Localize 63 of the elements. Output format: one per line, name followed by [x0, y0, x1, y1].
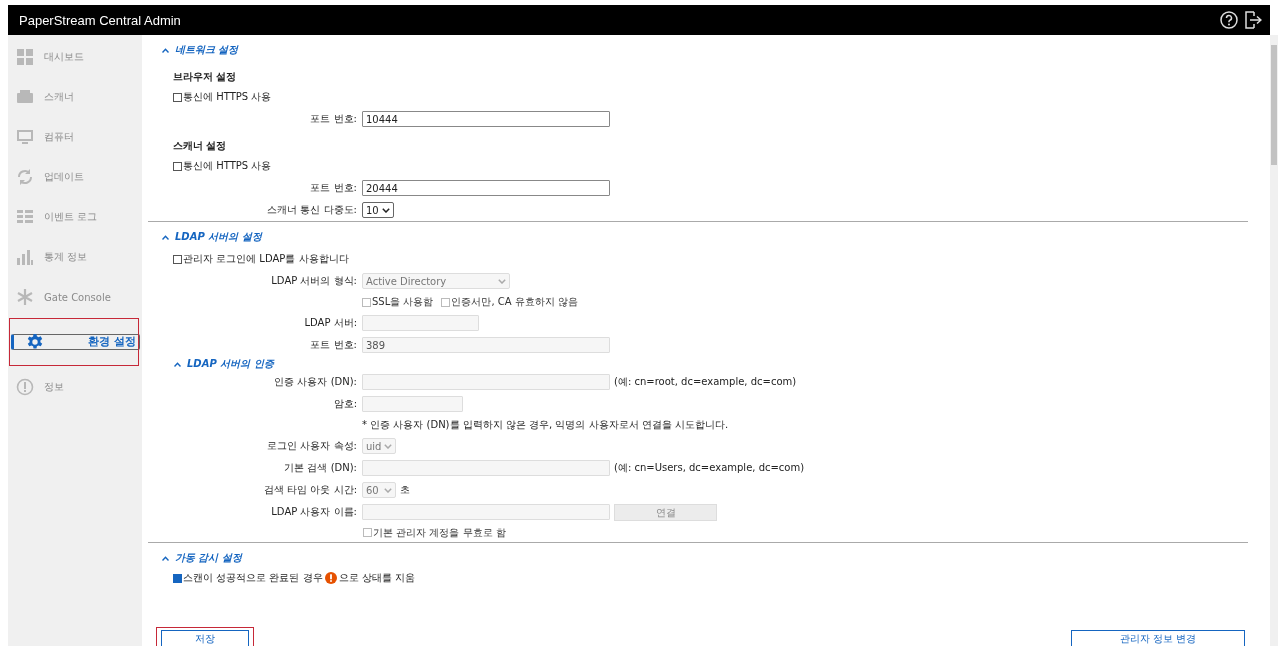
sidebar-item[interactable]: 업데이트 [8, 158, 142, 196]
settings-icon [26, 333, 44, 351]
field-label: 기본 검색 (DN): [283, 461, 358, 475]
field-label: 검색 타임 아웃 시간: [263, 483, 358, 497]
grid-icon [16, 48, 34, 66]
help-icon[interactable] [1220, 11, 1238, 29]
field-label: 인증 사용자 (DN): [273, 375, 358, 389]
field-label: LDAP 서버: [303, 316, 358, 330]
checkbox[interactable]: 통신에 HTTPS 사용 [173, 159, 272, 173]
section-header[interactable]: 네트워크 설정 [162, 43, 239, 57]
caret-icon [498, 278, 506, 284]
field-label: 포트 번호: [309, 181, 358, 195]
chevron-icon [162, 234, 169, 240]
chevron-icon [174, 361, 181, 367]
chevron-icon [162, 47, 169, 53]
admin-info-button[interactable]: 관리자 정보 변경 [1071, 630, 1245, 646]
field-label: 로그인 사용자 속성: [266, 439, 358, 453]
section-header[interactable]: LDAP 서버의 설정 [162, 230, 262, 244]
checkbox-label: 으로 상태를 지움 [338, 571, 415, 585]
section-header[interactable]: LDAP 서버의 인증 [174, 357, 1270, 371]
refresh-icon [16, 168, 34, 186]
sidebar-item[interactable]: 대시보드 [8, 38, 142, 76]
sidebar-item[interactable]: 스캐너 [8, 78, 142, 116]
example-hint: (예: cn=root, dc=example, dc=com) [614, 375, 797, 389]
field-label: LDAP 사용자 이름: [270, 505, 358, 519]
sidebar-item[interactable]: 정보 [8, 368, 142, 406]
checkbox[interactable]: 통신에 HTTPS 사용 [173, 90, 272, 104]
sidebar-item[interactable]: 이벤트 로그 [8, 198, 142, 236]
save-button[interactable]: 저장 [161, 630, 249, 646]
example-hint: (예: cn=Users, dc=example, dc=com) [614, 461, 805, 475]
info-icon [16, 378, 34, 396]
monitor-icon [16, 128, 34, 146]
sidebar-item[interactable]: 컴퓨터 [8, 118, 142, 156]
app-title: PaperStream Central Admin [19, 12, 181, 28]
section-header[interactable]: 가동 감시 설정 [162, 551, 242, 565]
list-icon [16, 208, 34, 226]
sidebar-item[interactable]: 통계 정보 [8, 238, 142, 276]
caret-icon [384, 487, 392, 493]
field-label: LDAP 서버의 형식: [270, 274, 358, 288]
field-label: 암호: [332, 397, 358, 411]
warning-icon [324, 572, 337, 584]
field-label: 스캐너 통신 다중도: [266, 203, 358, 217]
chevron-icon [162, 555, 169, 561]
group-heading: 브라우저 설정 [173, 70, 238, 84]
bar-chart-icon [16, 248, 34, 266]
field-label: 포트 번호: [309, 112, 358, 126]
checkbox[interactable]: 관리자 로그인에 LDAP를 사용합니다 [173, 252, 349, 266]
sidebar-item[interactable]: Gate Console [8, 278, 142, 316]
snowflake-icon [16, 288, 34, 306]
dropdown[interactable]: 10 [362, 202, 394, 218]
sidebar-item[interactable]: 환경 설정 [11, 334, 140, 350]
caret-icon [381, 207, 390, 213]
logout-icon[interactable] [1244, 11, 1262, 29]
field-label: 포트 번호: [309, 338, 358, 352]
input-field[interactable]: 10444 [362, 111, 610, 127]
unit-label: 초 [400, 483, 410, 497]
group-heading: 스캐너 설정 [173, 139, 228, 153]
scrollbar[interactable] [1270, 35, 1278, 646]
scanner-icon [16, 88, 34, 106]
checkbox[interactable]: 스캔이 성공적으로 완료된 경우 [173, 571, 323, 585]
caret-icon [384, 443, 393, 449]
input-field[interactable]: 20444 [362, 180, 610, 196]
note-text: * 인증 사용자 (DN)를 입력하지 않은 경우, 익명의 사용자로서 연결을 시도합니다. [362, 418, 729, 432]
